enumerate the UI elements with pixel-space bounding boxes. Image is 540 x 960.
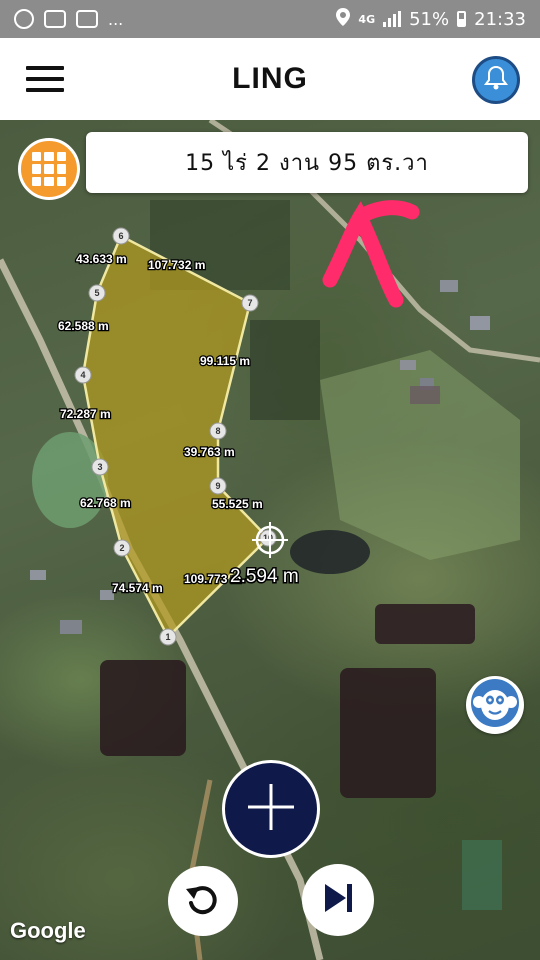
- segment-length-label: 62.768 m: [80, 496, 131, 510]
- vertex-number: 4: [80, 370, 85, 380]
- skip-next-icon: [318, 878, 358, 922]
- segment-length-label: 43.633 m: [76, 252, 127, 266]
- vertex-marker[interactable]: 10: [259, 529, 277, 547]
- area-display: 15 ไร่ 2 งาน 95 ตร.วา: [86, 132, 528, 193]
- segment-length-label: 72.287 m: [60, 407, 111, 421]
- undo-button[interactable]: [168, 866, 238, 936]
- vertex-number: 3: [97, 462, 102, 472]
- vertex-marker[interactable]: 8: [209, 422, 227, 440]
- vertex-marker[interactable]: 4: [74, 366, 92, 384]
- skip-next-button[interactable]: [302, 864, 374, 936]
- segment-length-label: 39.763 m: [184, 445, 235, 459]
- segment-length-label: 55.525 m: [212, 497, 263, 511]
- battery-icon: [457, 11, 467, 27]
- signal-icon: [383, 11, 402, 27]
- undo-icon: [183, 879, 223, 923]
- monkey-icon: [470, 678, 520, 732]
- segment-length-label: 107.732 m: [148, 258, 205, 272]
- vertex-number: 6: [118, 231, 123, 241]
- vertex-marker[interactable]: 5: [88, 284, 106, 302]
- monkey-button[interactable]: [466, 676, 524, 734]
- network-type: 4G: [358, 12, 376, 26]
- plus-icon: [244, 780, 298, 838]
- segment-length-label: 62.588 m: [58, 319, 109, 333]
- line-app-icon: [14, 9, 34, 29]
- vertex-number: 10: [263, 533, 273, 543]
- vertex-marker[interactable]: 3: [91, 458, 109, 476]
- vertex-number: 7: [247, 298, 252, 308]
- bell-button[interactable]: [472, 56, 520, 104]
- vertex-number: 9: [215, 481, 220, 491]
- system-status: 4G 51% 21:33: [336, 7, 526, 31]
- status-bar: ... 4G 51% 21:33: [0, 0, 540, 38]
- vertex-marker[interactable]: 9: [209, 477, 227, 495]
- notification-overflow: ...: [108, 9, 124, 29]
- satellite-map[interactable]: 1 2 3 4 5 6 7 8 9 10 43.633 m 107.732 m 62.588 m 99.…: [0, 120, 540, 960]
- chat-icon: [76, 10, 98, 28]
- google-attribution: Google: [10, 918, 86, 943]
- add-point-button[interactable]: [222, 760, 320, 858]
- hamburger-icon[interactable]: [26, 66, 64, 92]
- grid-icon: [32, 152, 66, 186]
- current-segment-length: 2.594 m: [230, 566, 299, 587]
- segment-length-label: 99.115 m: [200, 354, 250, 368]
- vertex-number: 2: [119, 543, 124, 553]
- vertex-number: 1: [165, 632, 170, 642]
- vertex-marker[interactable]: 1: [159, 628, 177, 646]
- vertex-number: 5: [94, 288, 99, 298]
- segment-length-label: 74.574 m: [112, 581, 163, 595]
- notification-icons: ...: [14, 9, 123, 29]
- annotation-arrow: [322, 200, 420, 308]
- location-icon: [336, 7, 351, 31]
- gallery-icon: [44, 10, 66, 28]
- app-title: LING: [232, 62, 308, 95]
- battery-percent: 51%: [409, 8, 450, 30]
- vertex-marker[interactable]: 7: [241, 294, 259, 312]
- vertex-marker[interactable]: 6: [112, 227, 130, 245]
- vertex-marker[interactable]: 2: [113, 539, 131, 557]
- clock: 21:33: [474, 8, 526, 30]
- vertex-number: 8: [215, 426, 220, 436]
- bell-icon: [483, 64, 509, 96]
- grid-button[interactable]: [18, 138, 80, 200]
- app-bar: LING: [0, 38, 540, 120]
